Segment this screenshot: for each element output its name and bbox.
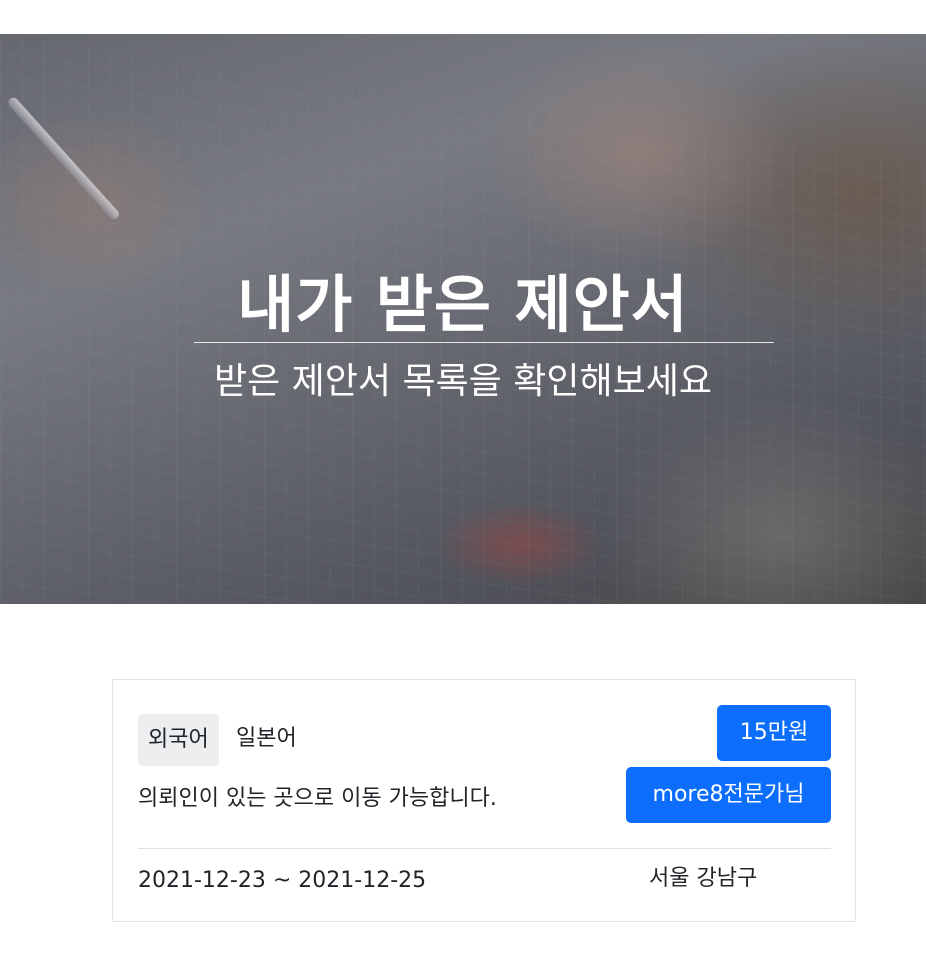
proposal-card[interactable]: 외국어 일본어 의뢰인이 있는 곳으로 이동 가능합니다. 15만원 more8… <box>112 679 856 922</box>
expert-button[interactable]: more8전문가님 <box>626 767 831 823</box>
hero-banner: 내가 받은 제안서 받은 제안서 목록을 확인해보세요 <box>0 34 926 604</box>
language-label: 일본어 <box>236 726 297 751</box>
category-badge: 외국어 <box>138 714 219 766</box>
hero-text-overlay: 내가 받은 제안서 받은 제안서 목록을 확인해보세요 <box>0 34 926 604</box>
date-range: 2021-12-23 ~ 2021-12-25 <box>138 868 427 893</box>
hero-divider <box>194 342 774 343</box>
card-divider <box>138 848 831 849</box>
proposal-description: 의뢰인이 있는 곳으로 이동 가능합니다. <box>138 786 497 811</box>
page-title: 내가 받은 제안서 <box>237 268 689 341</box>
price-button[interactable]: 15만원 <box>717 705 831 761</box>
page-subtitle: 받은 제안서 목록을 확인해보세요 <box>213 361 712 402</box>
location-label: 서울 강남구 <box>649 866 758 891</box>
